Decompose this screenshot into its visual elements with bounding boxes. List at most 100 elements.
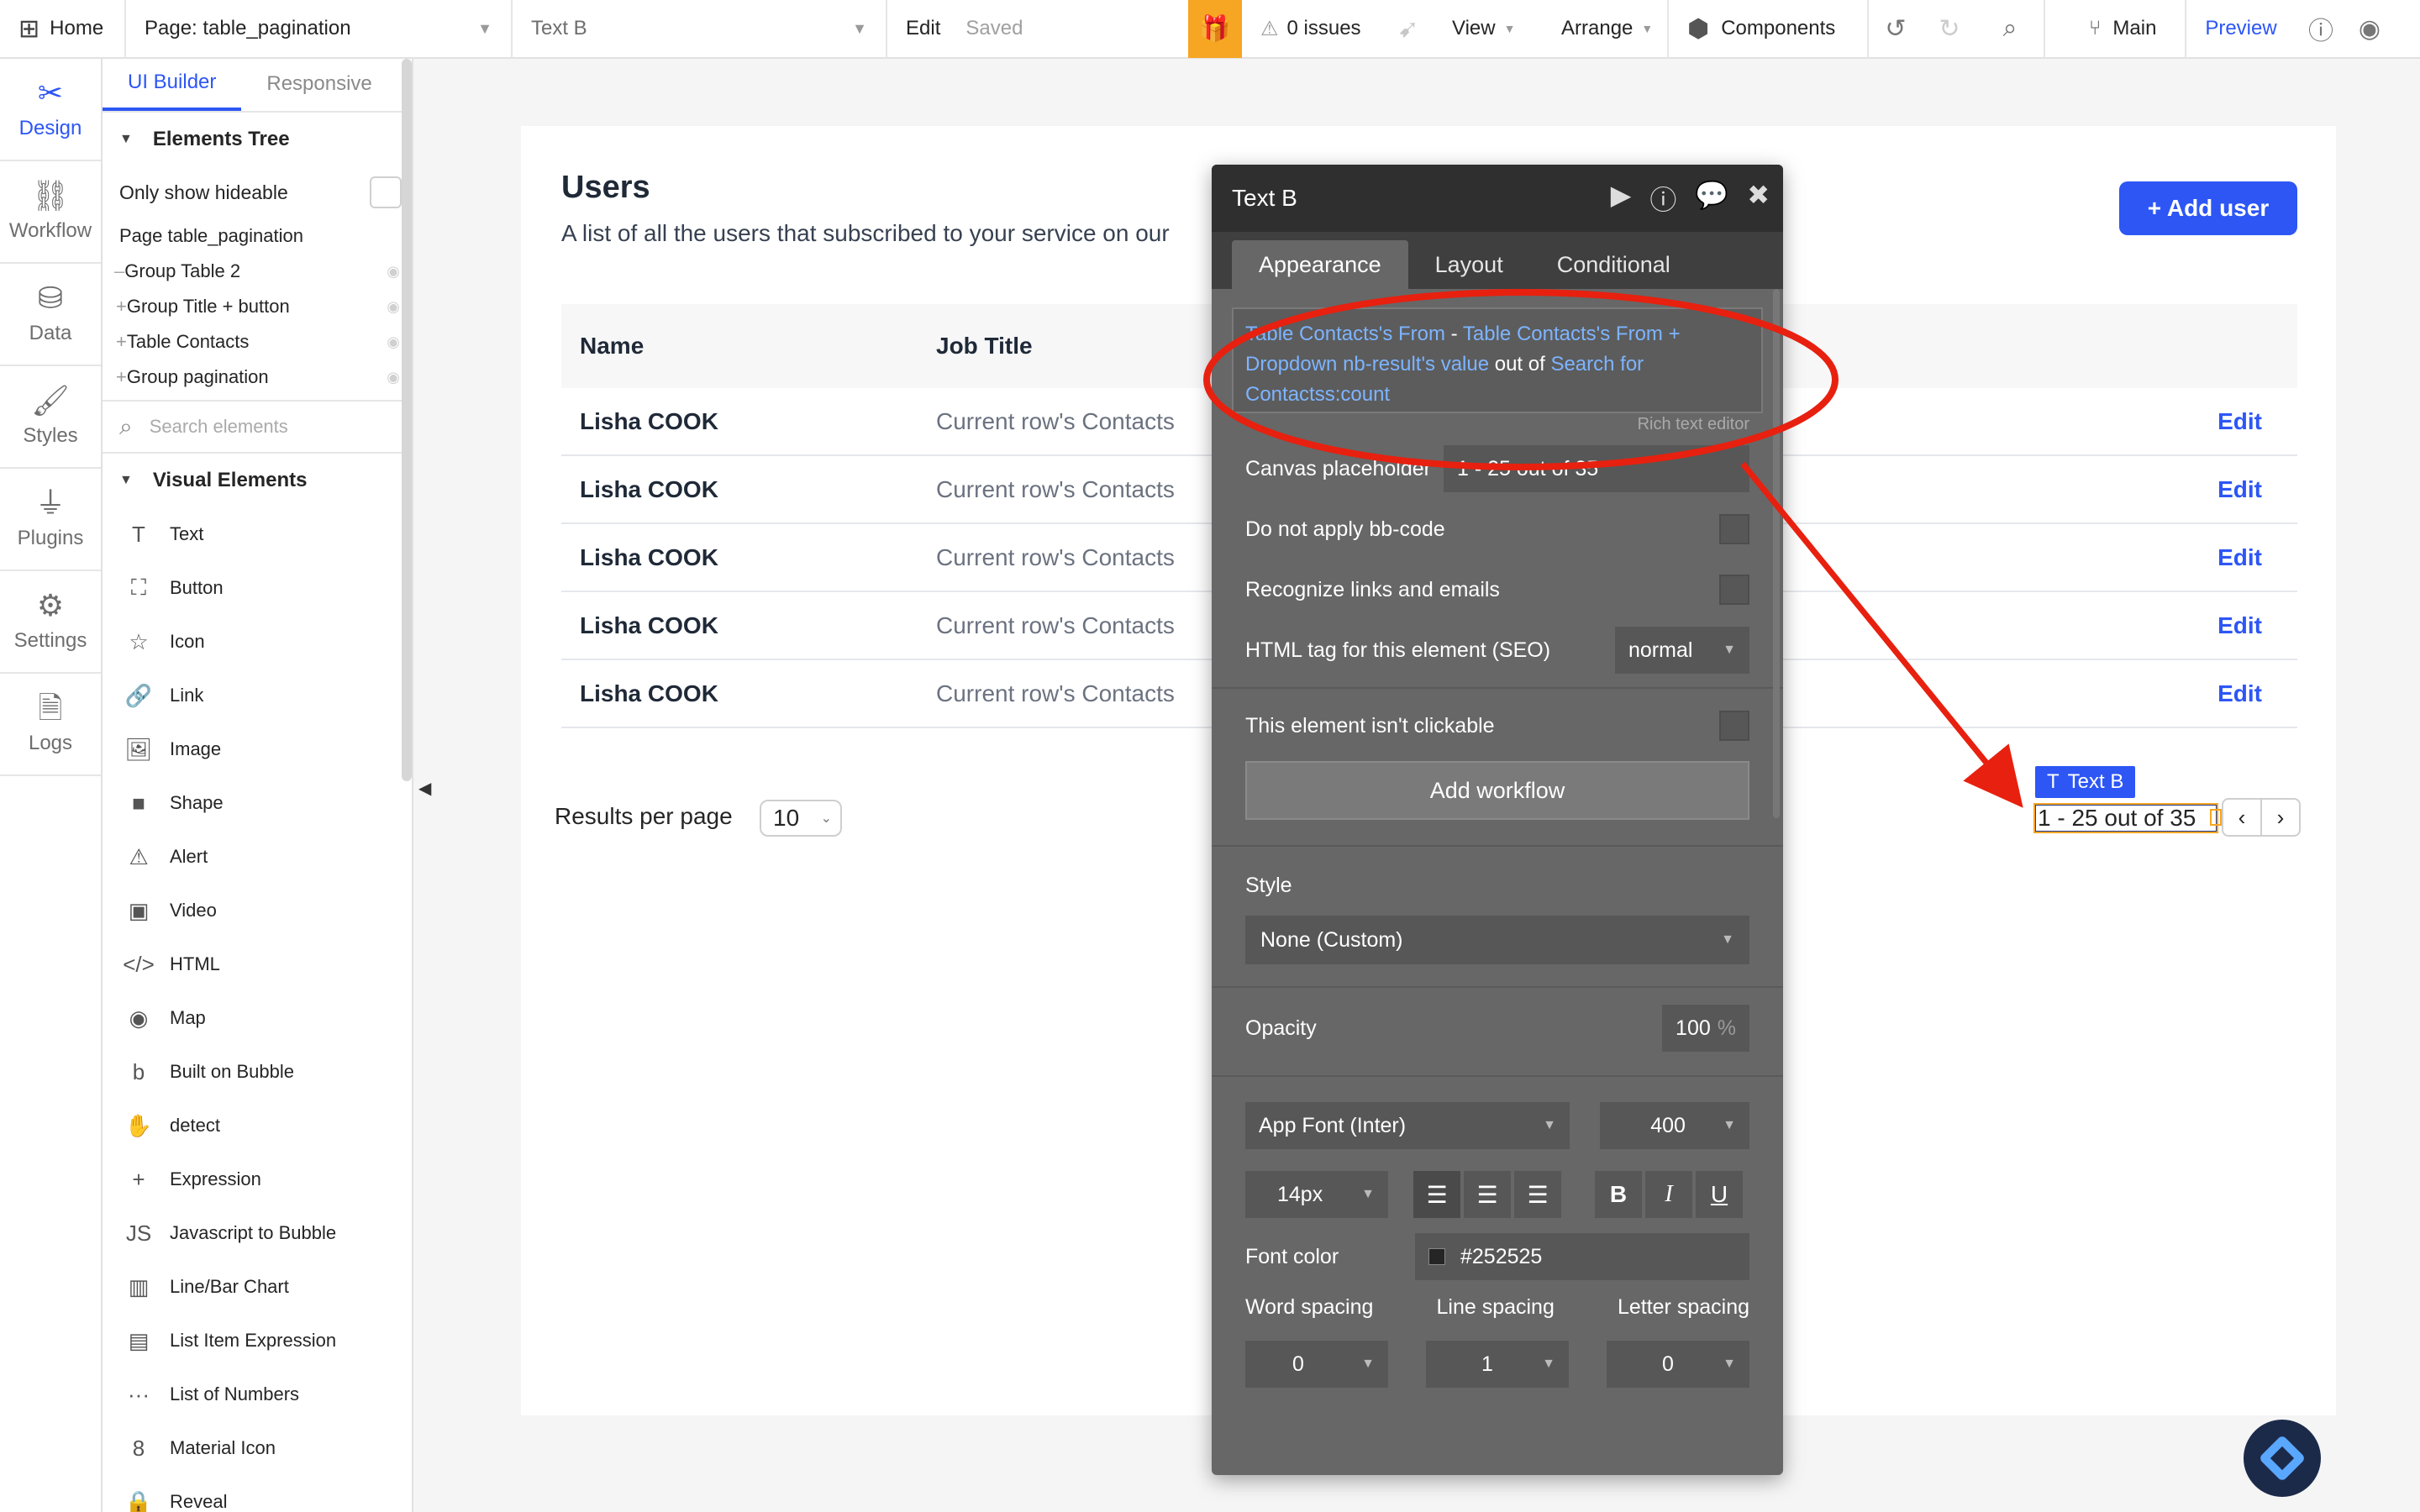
visual-element-item[interactable]: ⚠ Alert [103, 830, 412, 884]
help-button[interactable]: ⓘ [2296, 0, 2346, 58]
resize-handle[interactable] [2210, 809, 2222, 826]
inspect-button[interactable]: ➹ [1383, 0, 1434, 58]
align-right-button[interactable]: ☰ [1514, 1171, 1561, 1218]
results-per-page-select[interactable]: 10 ⌄ [760, 800, 842, 837]
line-spacing-input[interactable]: 1 ▼ [1426, 1341, 1569, 1388]
visual-element-item[interactable]: 🔒 Reveal [103, 1475, 412, 1512]
rail-workflow[interactable]: ⛓ Workflow [0, 161, 101, 264]
rail-plugins[interactable]: ⏚ Plugins [0, 469, 101, 571]
elements-tree-header[interactable]: ▼ Elements Tree [103, 113, 412, 166]
undo-button[interactable]: ↺ [1869, 0, 1923, 58]
eye-icon[interactable]: ◉ [387, 333, 400, 351]
word-spacing-input[interactable]: 0 ▼ [1245, 1341, 1388, 1388]
align-center-button[interactable]: ☰ [1464, 1171, 1511, 1218]
play-icon[interactable]: ▶ [1611, 179, 1632, 218]
underline-button[interactable]: U [1696, 1171, 1743, 1218]
components-button[interactable]: ⬢ Components [1669, 0, 1869, 58]
tab-layout[interactable]: Layout [1408, 240, 1530, 289]
bbcode-checkbox[interactable] [1719, 514, 1749, 544]
visual-element-item[interactable]: ☆ Icon [103, 615, 412, 669]
visual-element-item[interactable]: 8 Material Icon [103, 1421, 412, 1475]
gift-button[interactable]: 🎁 [1188, 0, 1242, 58]
element-selector[interactable]: Text B ▼ [513, 0, 887, 58]
visual-elements-header[interactable]: ▼ Visual Elements [103, 454, 412, 507]
align-left-button[interactable]: ☰ [1413, 1171, 1460, 1218]
editor-scrollbar[interactable] [1773, 289, 1780, 818]
expand-plus-icon[interactable]: + [116, 331, 127, 352]
bold-button[interactable]: B [1595, 1171, 1642, 1218]
rich-text-editor-link[interactable]: Rich text editor [1212, 415, 1749, 438]
edit-link[interactable]: Edit [2112, 544, 2297, 571]
close-icon[interactable]: ✖ [1747, 179, 1770, 218]
visual-element-item[interactable]: T Text [103, 507, 412, 561]
edit-link[interactable]: Edit [2112, 680, 2297, 707]
visual-element-item[interactable]: 🖼 Image [103, 722, 412, 776]
visual-element-item[interactable]: ✋ detect [103, 1099, 412, 1152]
next-page-button[interactable]: › [2260, 798, 2301, 837]
preview-button[interactable]: Preview [2186, 0, 2296, 58]
visual-element-item[interactable]: ··· List of Numbers [103, 1368, 412, 1421]
support-chat-button[interactable] [2244, 1420, 2321, 1497]
expand-plus-icon[interactable]: + [116, 296, 127, 317]
expression-token[interactable]: Search for [1550, 353, 1644, 375]
visual-element-item[interactable]: JS Javascript to Bubble [103, 1206, 412, 1260]
canvas-placeholder-input[interactable]: 1 - 25 out of 35 [1444, 445, 1749, 492]
arrange-menu[interactable]: Arrange ▼ [1543, 0, 1669, 58]
tab-appearance[interactable]: Appearance [1232, 240, 1408, 289]
visual-element-item[interactable]: 🔗 Link [103, 669, 412, 722]
edit-link[interactable]: Edit [2112, 612, 2297, 639]
tab-ui-builder[interactable]: UI Builder [103, 59, 242, 111]
edit-menu[interactable]: Edit [906, 17, 940, 40]
tree-item[interactable]: +Table Contacts ◉ [103, 324, 412, 360]
expression-token[interactable]: Contactss:count [1245, 383, 1390, 406]
html-tag-select[interactable]: normal ▼ [1615, 627, 1749, 674]
panel-scrollbar[interactable] [402, 59, 412, 781]
opacity-input[interactable]: 100 % [1662, 1005, 1749, 1052]
tree-item[interactable]: +Group pagination ◉ [103, 360, 412, 395]
style-select[interactable]: None (Custom) ▼ [1245, 916, 1749, 964]
visual-element-item[interactable]: ⛶ Button [103, 561, 412, 615]
italic-button[interactable]: I [1645, 1171, 1692, 1218]
prev-page-button[interactable]: ‹ [2222, 798, 2262, 837]
visual-element-item[interactable]: </> HTML [103, 937, 412, 991]
search-elements[interactable]: ⌕ Search elements [103, 400, 412, 454]
search-elements-input[interactable]: Search elements [150, 416, 288, 438]
page-selector[interactable]: Page: table_pagination ▼ [126, 0, 513, 58]
visual-element-item[interactable]: ▣ Video [103, 884, 412, 937]
collapse-panel-icon[interactable]: ◀ [418, 778, 431, 799]
visual-element-item[interactable]: ◉ Map [103, 991, 412, 1045]
expression-token[interactable]: Table Contacts's From [1245, 323, 1445, 345]
add-workflow-button[interactable]: Add workflow [1245, 761, 1749, 820]
recognize-links-checkbox[interactable] [1719, 575, 1749, 605]
home-button[interactable]: ⊞ Home [0, 0, 126, 58]
letter-spacing-input[interactable]: 0 ▼ [1607, 1341, 1749, 1388]
expand-plus-icon[interactable]: + [116, 366, 127, 387]
font-color-input[interactable]: #252525 [1415, 1233, 1749, 1280]
redo-button[interactable]: ↻ [1923, 0, 1976, 58]
visual-element-item[interactable]: ▥ Line/Bar Chart [103, 1260, 412, 1314]
issues-button[interactable]: ⚠ 0 issues [1242, 0, 1383, 58]
visual-element-item[interactable]: ▤ List Item Expression [103, 1314, 412, 1368]
rail-design[interactable]: ✂ Design [0, 59, 101, 161]
add-user-button[interactable]: + Add user [2119, 181, 2297, 235]
tab-responsive[interactable]: Responsive [241, 59, 397, 111]
font-weight-select[interactable]: 400 ▼ [1600, 1102, 1749, 1149]
tab-conditional[interactable]: Conditional [1530, 240, 1697, 289]
eye-icon[interactable]: ◉ [387, 298, 400, 316]
search-button[interactable]: ⌕ [1976, 0, 2045, 58]
edit-link[interactable]: Edit [2112, 476, 2297, 503]
comment-icon[interactable]: 💬 [1695, 179, 1728, 218]
info-icon[interactable]: ⓘ [1649, 179, 1676, 218]
tree-item[interactable]: –Group Table 2 ◉ [103, 254, 412, 289]
rail-data[interactable]: ⛁ Data [0, 264, 101, 366]
rail-styles[interactable]: 🖌 Styles [0, 366, 101, 469]
font-size-select[interactable]: 14px ▼ [1245, 1171, 1388, 1218]
expression-token[interactable]: Dropdown nb-result's value [1245, 353, 1489, 375]
visual-element-item[interactable]: ■ Shape [103, 776, 412, 830]
font-family-select[interactable]: App Font (Inter) ▼ [1245, 1102, 1570, 1149]
pagination-text[interactable]: 1 - 25 out of 35 [2033, 803, 2218, 833]
visual-element-item[interactable]: + Expression [103, 1152, 412, 1206]
visual-element-item[interactable]: b Built on Bubble [103, 1045, 412, 1099]
view-menu[interactable]: View ▼ [1434, 0, 1543, 58]
dynamic-expression-field[interactable]: Table Contacts's From - Table Contacts's… [1232, 307, 1763, 413]
